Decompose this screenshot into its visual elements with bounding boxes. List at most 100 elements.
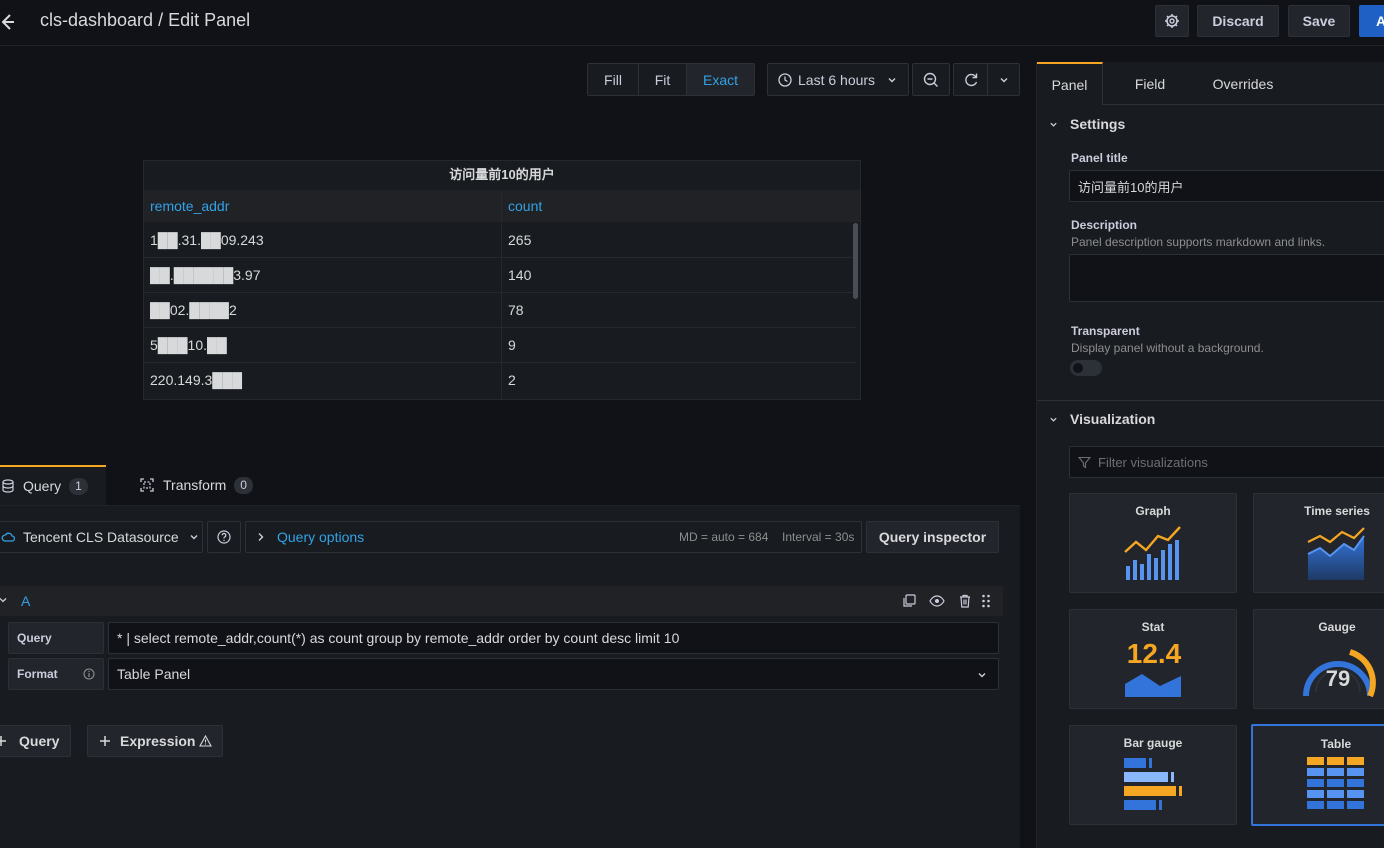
- filter-placeholder: Filter visualizations: [1098, 454, 1208, 470]
- query-options-bar[interactable]: Query options MD = auto = 684 Interval =…: [245, 521, 862, 553]
- format-select[interactable]: Table Panel: [108, 658, 999, 690]
- trash-icon[interactable]: [958, 594, 972, 608]
- description-label: Description: [1071, 218, 1138, 232]
- chevron-down-icon: [999, 75, 1009, 85]
- graph-viz-icon: [1124, 524, 1182, 582]
- datasource-name: Tencent CLS Datasource: [23, 529, 179, 545]
- database-icon: [2, 479, 14, 493]
- chevron-down-icon: [887, 75, 897, 85]
- back-arrow-icon[interactable]: [0, 12, 14, 32]
- plus-icon: [99, 735, 111, 747]
- collapse-chevron-icon[interactable]: [0, 595, 8, 605]
- cell-count: 140: [508, 267, 532, 283]
- table-row: ██02.████2 78: [144, 293, 856, 328]
- viz-card-bar-gauge[interactable]: Bar gauge: [1069, 725, 1237, 825]
- panel-title: 访问量前10的用户: [449, 167, 555, 182]
- exact-button[interactable]: Exact: [687, 64, 754, 95]
- viz-name: Bar gauge: [1123, 736, 1183, 750]
- settings-heading: Settings: [1070, 116, 1126, 132]
- table-scrollbar[interactable]: [853, 223, 858, 299]
- table-row: 220.149.3███ 2: [144, 363, 856, 399]
- cell-count: 265: [508, 232, 532, 248]
- viz-name: Time series: [1304, 504, 1370, 518]
- add-expression-button[interactable]: Expression: [87, 725, 223, 757]
- plus-icon: [0, 735, 7, 747]
- tab-overrides[interactable]: Overrides: [1205, 62, 1281, 105]
- viz-card-gauge[interactable]: Gauge 79: [1253, 609, 1384, 709]
- format-field-label: Format: [8, 658, 104, 690]
- duplicate-query-icon[interactable]: [902, 594, 916, 608]
- section-divider: [1037, 400, 1384, 401]
- format-label-text: Format: [17, 667, 58, 681]
- filter-icon: [1078, 456, 1091, 469]
- table-panel-preview: 访问量前10的用户 remote_addr count 1██.31.██09.…: [143, 160, 861, 400]
- transparent-label: Transparent: [1071, 324, 1140, 338]
- viz-name: Stat: [1141, 620, 1165, 634]
- visualization-heading: Visualization: [1070, 411, 1156, 427]
- cell-remote-addr: ██.██████3.97: [150, 267, 261, 283]
- query-ref-id[interactable]: A: [21, 593, 30, 609]
- max-data-points-info: MD = auto = 684: [679, 530, 769, 544]
- toggle-knob: [1073, 363, 1083, 373]
- time-picker-button[interactable]: Last 6 hours: [768, 64, 908, 95]
- panel-title-input[interactable]: 访问量前10的用户: [1069, 170, 1384, 202]
- refresh-interval-dropdown[interactable]: [988, 64, 1019, 95]
- tab-panel[interactable]: Panel: [1037, 62, 1103, 105]
- viz-card-graph[interactable]: Graph: [1069, 493, 1237, 593]
- settings-button[interactable]: [1155, 5, 1189, 37]
- cell-count: 78: [508, 302, 524, 318]
- visualization-section-header[interactable]: Visualization: [1049, 411, 1155, 427]
- tab-query[interactable]: Query 1: [0, 465, 106, 505]
- save-button[interactable]: Save: [1288, 5, 1350, 37]
- refresh-group: [953, 63, 1020, 96]
- view-mode-group: Fill Fit Exact: [587, 63, 755, 96]
- info-icon[interactable]: [83, 668, 95, 680]
- panel-title-label: Panel title: [1071, 151, 1128, 165]
- bar-gauge-viz-icon: [1124, 758, 1184, 814]
- eye-icon[interactable]: [929, 594, 945, 608]
- question-circle-icon: [217, 530, 231, 544]
- table-row: ██.██████3.97 140: [144, 258, 856, 293]
- time-picker[interactable]: Last 6 hours: [767, 63, 909, 96]
- viz-card-time-series[interactable]: Time series: [1253, 493, 1384, 593]
- datasource-picker[interactable]: Tencent CLS Datasource: [0, 521, 203, 553]
- table-header: remote_addr count: [144, 190, 860, 222]
- transparent-toggle[interactable]: [1070, 360, 1102, 376]
- refresh-button[interactable]: [954, 64, 988, 95]
- stat-sparkline-icon: [1124, 670, 1182, 698]
- description-textarea[interactable]: [1069, 254, 1384, 302]
- discard-button[interactable]: Discard: [1197, 5, 1279, 37]
- datasource-help-button[interactable]: [207, 521, 241, 553]
- query-inspector-button[interactable]: Query inspector: [866, 521, 999, 553]
- transform-count-badge: 0: [234, 476, 253, 494]
- gear-icon: [1164, 13, 1180, 29]
- viz-name: Table: [1320, 737, 1352, 751]
- query-field-label: Query: [8, 622, 104, 654]
- add-query-button[interactable]: Query: [0, 725, 71, 757]
- gauge-sample-value: 79: [1325, 666, 1351, 691]
- viz-card-stat[interactable]: Stat 12.4: [1069, 609, 1237, 709]
- top-header: cls-dashboard / Edit Panel Discard Save …: [0, 0, 1384, 46]
- column-header-remote-addr[interactable]: remote_addr: [150, 190, 229, 222]
- fill-button[interactable]: Fill: [588, 64, 639, 95]
- tab-transform[interactable]: Transform 0: [140, 465, 253, 505]
- column-header-count[interactable]: count: [508, 190, 542, 222]
- drag-handle-icon[interactable]: [981, 594, 991, 608]
- add-expression-label: Expression: [120, 733, 196, 749]
- apply-button[interactable]: A: [1359, 5, 1384, 37]
- tab-field[interactable]: Field: [1121, 62, 1179, 105]
- transparent-help: Display panel without a background.: [1071, 341, 1264, 355]
- cell-remote-addr: 220.149.3███: [150, 372, 243, 388]
- format-select-value: Table Panel: [117, 666, 191, 682]
- settings-section-header[interactable]: Settings: [1049, 116, 1125, 132]
- query-input[interactable]: * | select remote_addr,count(*) as count…: [108, 622, 999, 654]
- stat-sample-value: 12.4: [1126, 638, 1182, 669]
- chevron-down-icon: [1049, 415, 1058, 424]
- zoom-out-button[interactable]: [912, 63, 950, 96]
- filter-visualizations-input[interactable]: Filter visualizations: [1069, 446, 1384, 478]
- page-title: cls-dashboard / Edit Panel: [40, 10, 251, 30]
- viz-card-table[interactable]: Table: [1251, 724, 1384, 826]
- fit-button[interactable]: Fit: [639, 64, 687, 95]
- query-row-header: A: [0, 586, 1003, 616]
- interval-info: Interval = 30s: [782, 530, 855, 544]
